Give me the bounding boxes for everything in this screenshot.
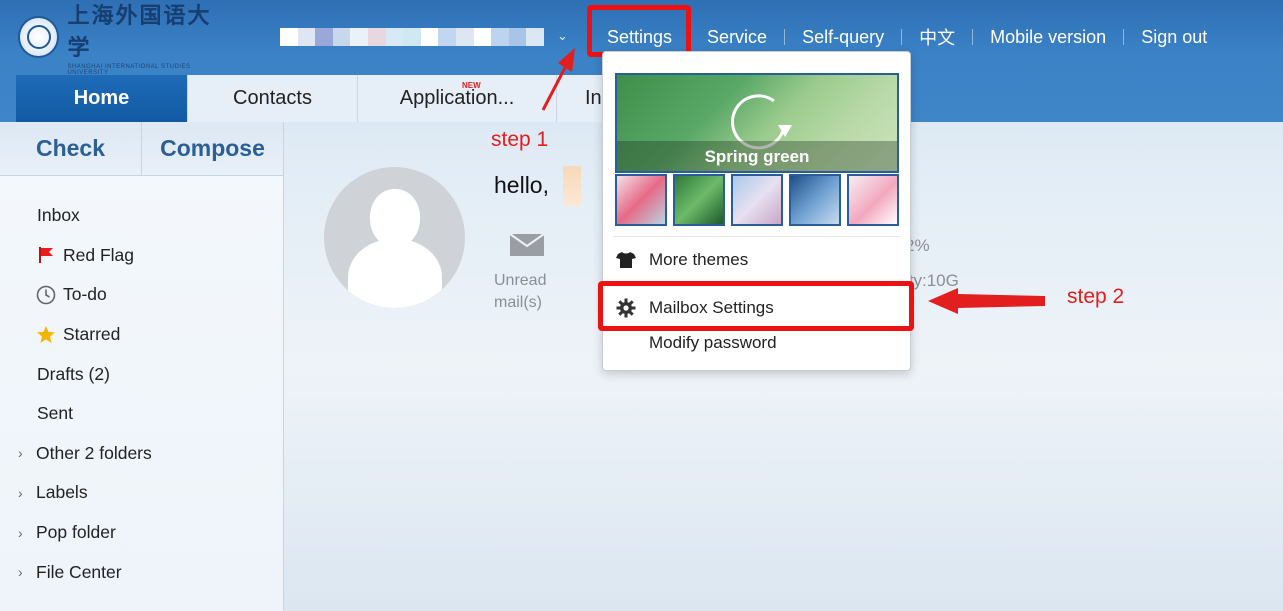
step2-label: step 2	[1067, 285, 1125, 308]
step1-arrow	[541, 61, 570, 111]
step1-arrowhead	[558, 48, 575, 72]
step1-label: step 1	[491, 128, 549, 151]
step2-arrow	[928, 288, 1045, 314]
